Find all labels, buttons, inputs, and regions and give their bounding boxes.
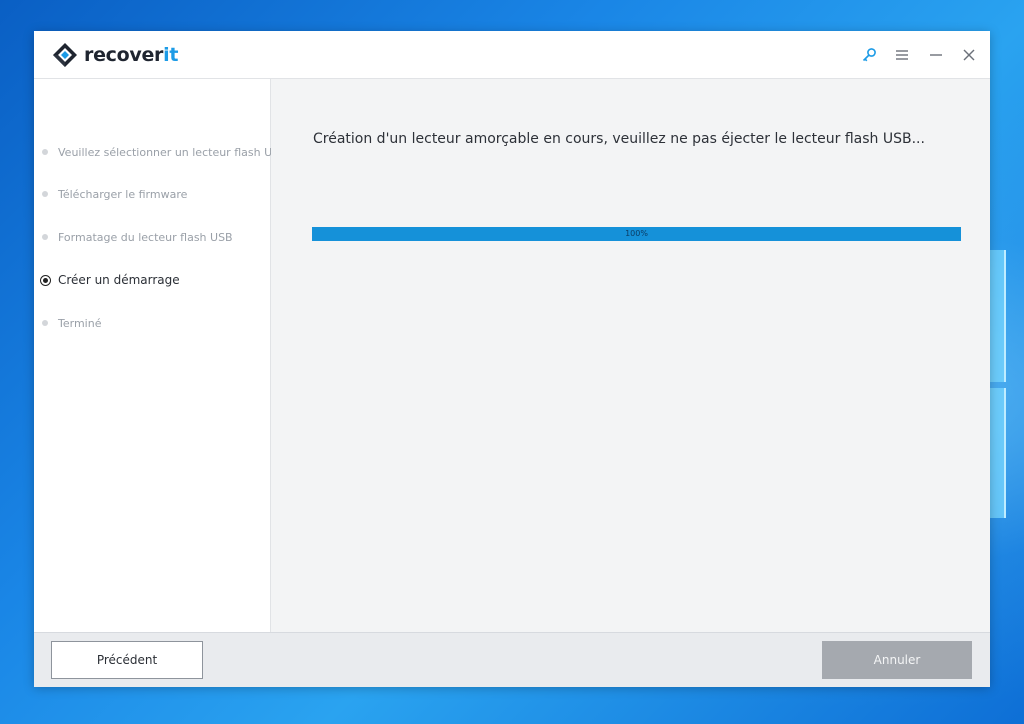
progress-bar: 100%	[312, 227, 961, 241]
recoverit-logo-icon	[52, 42, 78, 68]
brand-name-accent: it	[163, 44, 179, 66]
step-label: Formatage du lecteur flash USB	[58, 230, 233, 244]
key-icon[interactable]	[860, 46, 878, 64]
steps-sidebar: Veuillez sélectionner un lecteur flash U…	[34, 79, 287, 632]
step-pending-dot	[42, 149, 48, 155]
step-download-firmware: Télécharger le firmware	[40, 185, 187, 203]
minimize-icon[interactable]	[927, 46, 945, 64]
app-window: recoverit Veuillez sélectionner un lecte…	[34, 31, 990, 687]
step-select-usb: Veuillez sélectionner un lecteur flash U…	[40, 143, 287, 161]
progress-label: 100%	[625, 229, 648, 238]
previous-button[interactable]: Précédent	[51, 641, 203, 679]
main-content: Création d'un lecteur amorçable en cours…	[271, 79, 990, 632]
status-message: Création d'un lecteur amorçable en cours…	[313, 131, 925, 147]
close-icon[interactable]	[960, 46, 978, 64]
menu-icon[interactable]	[893, 46, 911, 64]
app-brand: recoverit	[84, 43, 178, 67]
step-label: Veuillez sélectionner un lecteur flash U…	[58, 145, 287, 159]
step-label: Créer un démarrage	[58, 273, 180, 287]
brand-name: recover	[84, 44, 164, 66]
desktop-window-edge	[990, 388, 1006, 518]
cancel-button[interactable]: Annuler	[822, 641, 972, 679]
title-bar: recoverit	[34, 31, 990, 79]
step-create-boot: Créer un démarrage	[40, 271, 180, 289]
step-pending-dot	[42, 320, 48, 326]
step-pending-dot	[42, 234, 48, 240]
step-label: Terminé	[58, 316, 102, 330]
step-finished: Terminé	[40, 314, 101, 332]
step-format-usb: Formatage du lecteur flash USB	[40, 228, 233, 246]
step-label: Télécharger le firmware	[58, 187, 188, 201]
step-active-radio-icon	[40, 274, 51, 286]
step-pending-dot	[42, 191, 48, 197]
desktop-window-edge	[990, 250, 1006, 382]
footer-bar: Précédent Annuler	[34, 632, 990, 687]
